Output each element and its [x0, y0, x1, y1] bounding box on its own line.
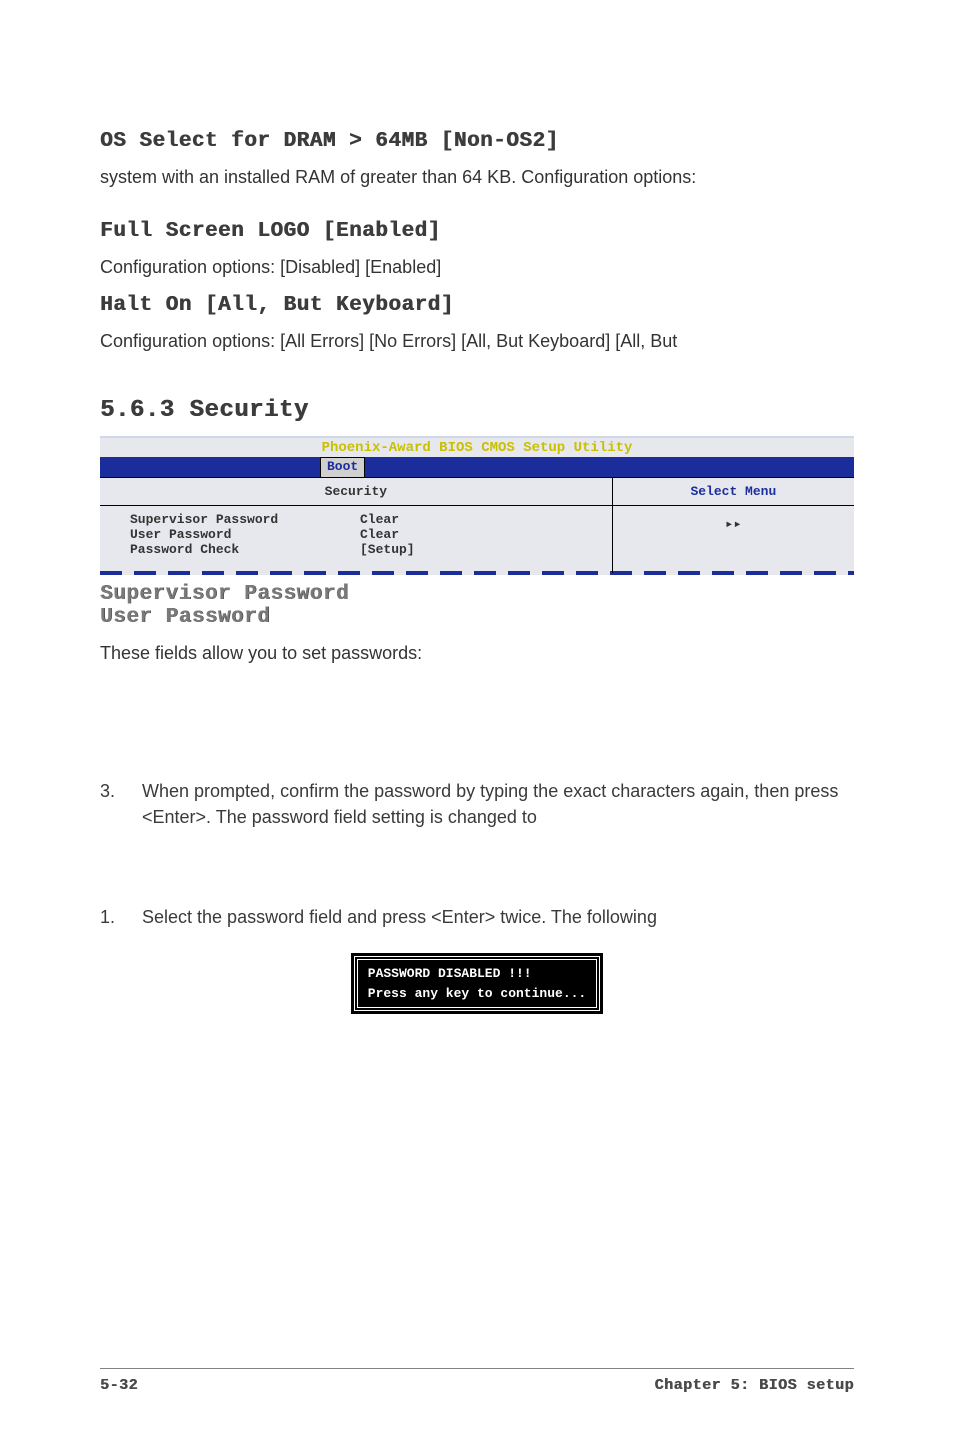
bios-row-value: Clear — [360, 527, 399, 542]
paragraph: system with an installed RAM of greater … — [100, 165, 854, 190]
bios-row: Password Check [Setup] — [130, 542, 612, 557]
bios-left-header: Security — [100, 478, 612, 506]
page-number: 5-32 — [100, 1377, 138, 1394]
bios-right-panel: Select Menu ▸▸ — [613, 478, 854, 573]
list-text: Select the password field and press <Ent… — [142, 904, 854, 930]
list-number: 3. — [100, 778, 142, 830]
terminal-box-wrap: PASSWORD DISABLED !!! Press any key to c… — [100, 956, 854, 1011]
bios-row-label: User Password — [130, 527, 360, 542]
bios-row-value: Clear — [360, 512, 399, 527]
bios-row-value: [Setup] — [360, 542, 415, 557]
bios-row: User Password Clear — [130, 527, 612, 542]
bios-right-header: Select Menu — [613, 478, 854, 506]
list-item: 3. When prompted, confirm the password b… — [100, 778, 854, 830]
list-number: 1. — [100, 904, 142, 930]
bios-screenshot: Phoenix-Award BIOS CMOS Setup Utility Bo… — [100, 436, 854, 575]
terminal-line: PASSWORD DISABLED !!! — [368, 964, 586, 984]
heading-os-select: OS Select for DRAM > 64MB [Non-OS2] — [100, 130, 854, 153]
bios-row: Supervisor Password Clear — [130, 512, 612, 527]
bios-title: Phoenix-Award BIOS CMOS Setup Utility — [100, 438, 854, 456]
terminal-box: PASSWORD DISABLED !!! Press any key to c… — [354, 956, 600, 1011]
chapter-label: Chapter 5: BIOS setup — [654, 1377, 854, 1394]
bios-right-arrow-icon: ▸▸ — [613, 506, 854, 533]
bios-tab-boot: Boot — [320, 457, 365, 477]
list-item: 1. Select the password field and press <… — [100, 904, 854, 930]
section-heading-security: 5.6.3 Security — [100, 397, 854, 424]
bios-tab-bar: Boot — [100, 457, 854, 477]
heading-halt-on: Halt On [All, But Keyboard] — [100, 294, 854, 317]
bios-row-label: Supervisor Password — [130, 512, 360, 527]
terminal-line: Press any key to continue... — [368, 984, 586, 1004]
subheading-supervisor-password: Supervisor Password — [100, 583, 854, 606]
page-footer: 5-32 Chapter 5: BIOS setup — [100, 1368, 854, 1394]
heading-full-screen-logo: Full Screen LOGO [Enabled] — [100, 220, 854, 243]
paragraph: These fields allow you to set passwords: — [100, 641, 854, 666]
list-text: When prompted, confirm the password by t… — [142, 778, 854, 830]
paragraph: Configuration options: [All Errors] [No … — [100, 329, 854, 354]
paragraph: Configuration options: [Disabled] [Enabl… — [100, 255, 854, 280]
bios-rows: Supervisor Password Clear User Password … — [100, 506, 612, 573]
subheading-user-password: User Password — [100, 606, 854, 629]
bios-body: Security Supervisor Password Clear User … — [100, 477, 854, 573]
bios-row-label: Password Check — [130, 542, 360, 557]
bios-left-panel: Security Supervisor Password Clear User … — [100, 478, 613, 573]
